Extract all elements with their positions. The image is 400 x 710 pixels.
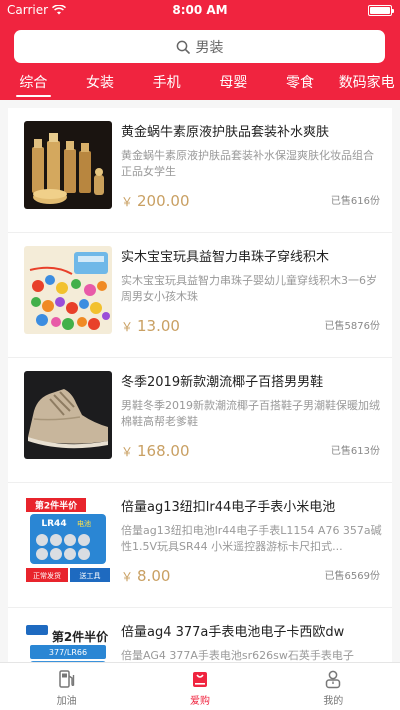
bead-toy-image [24, 246, 112, 334]
tab-phones[interactable]: 手机 [133, 66, 200, 100]
nav-shop-label: 爱购 [189, 696, 210, 707]
product-title: 冬季2019新款潮流椰子百搭男男鞋 [121, 375, 324, 390]
tab-snacks[interactable]: 零食 [267, 66, 334, 100]
tab-baby[interactable]: 母婴 [200, 66, 267, 100]
bottom-navigation: 加油 爱购 我的 [0, 662, 400, 710]
product-description: 倍量AG4 377A手表电池sr626sw石英手表电子 [121, 649, 354, 662]
product-description: 黄金蜗牛素原液护肤品套装补水保湿爽肤化妆品组合正品女学生 [121, 149, 374, 178]
sneaker-image [24, 371, 112, 459]
watch-battery-image: 第2件半价 377/LR66 [24, 621, 112, 662]
product-card[interactable]: 实木宝宝玩具益智力串珠子穿线积木 实木宝宝玩具益智力串珠子婴幼儿童穿线积木3一6… [8, 233, 392, 358]
battery-model-suffix: 电池 [77, 519, 91, 528]
sold-count: 已售613份 [330, 446, 380, 457]
product-price: ￥ 8.00 [121, 567, 170, 585]
nav-profile[interactable]: 我的 [267, 663, 400, 710]
price-value: 13.00 [137, 317, 180, 335]
skincare-set-image [24, 121, 112, 209]
app-header: Carrier 8:00 AM 男装 综合 女装 手机 母婴 零食 数码家电 [0, 0, 400, 100]
battery-cap [392, 9, 394, 13]
category-tabs: 综合 女装 手机 母婴 零食 数码家电 [0, 66, 400, 100]
search-bar[interactable]: 男装 [14, 30, 385, 63]
product-feed[interactable]: 黄金蜗牛素原液护肤品套装补水爽肤 黄金蜗牛素原液护肤品套装补水保湿爽肤化妆品组合… [0, 100, 400, 662]
promo-banner-text: 第2件半价 [35, 500, 78, 512]
product-list: 黄金蜗牛素原液护肤品套装补水爽肤 黄金蜗牛素原液护肤品套装补水保湿爽肤化妆品组合… [8, 108, 392, 662]
product-price: ￥ 200.00 [121, 192, 190, 210]
shopping-bag-icon [192, 672, 207, 687]
product-price: ￥ 168.00 [121, 442, 190, 460]
product-card[interactable]: 黄金蜗牛素原液护肤品套装补水爽肤 黄金蜗牛素原液护肤品套装补水保湿爽肤化妆品组合… [8, 108, 392, 233]
nav-refuel-label: 加油 [56, 696, 77, 707]
battery-model-text: LR44 [41, 519, 66, 529]
product-title: 黄金蜗牛素原液护肤品套装补水爽肤 [121, 125, 330, 140]
product-description: 倍量ag13纽扣电池lr44电子手表L1154 A76 357a碱性1.5V玩具… [121, 524, 382, 553]
nav-shop[interactable]: 爱购 [133, 663, 266, 710]
currency-symbol: ￥ [121, 320, 134, 334]
currency-symbol: ￥ [121, 195, 134, 209]
price-value: 200.00 [137, 192, 190, 210]
product-description: 实木宝宝玩具益智力串珠子婴幼儿童穿线积木3一6岁周男女小孩木珠 [121, 274, 377, 303]
sold-count: 已售6569份 [324, 571, 380, 582]
battery-icon [368, 5, 394, 16]
fuel-pump-icon [58, 670, 74, 688]
sold-count: 已售616份 [330, 196, 380, 207]
promo-banner-text: 第2件半价 [52, 629, 109, 644]
product-price: ￥ 13.00 [121, 317, 180, 335]
currency-symbol: ￥ [121, 445, 134, 459]
search-icon [176, 40, 190, 54]
person-icon [326, 670, 341, 689]
product-description: 男鞋冬季2019新款潮流椰子百搭鞋子男潮鞋保暖加绒棉鞋高帮老爹鞋 [121, 399, 380, 428]
tab-comprehensive[interactable]: 综合 [0, 66, 67, 100]
product-card[interactable]: 第2件半价 LR44 电池 正常发货 送工具 倍量ag13纽扣lr44电子手表小… [8, 483, 392, 608]
battery-level [370, 7, 390, 14]
battery-model-text: 377/LR66 [49, 648, 87, 657]
nav-refuel[interactable]: 加油 [0, 663, 133, 710]
product-title: 倍量ag4 377a手表电池电子卡西欧dw [121, 625, 345, 640]
sold-count: 已售5876份 [324, 321, 380, 332]
price-value: 8.00 [137, 567, 171, 585]
promo-left-text: 正常发货 [33, 571, 61, 580]
product-card[interactable]: 第2件半价 377/LR66 倍量ag4 377a手表电池电子卡西欧dw 倍量A… [8, 608, 392, 662]
status-bar: Carrier 8:00 AM [0, 0, 400, 22]
search-text: 男装 [195, 39, 224, 56]
tab-electronics[interactable]: 数码家电 [333, 66, 400, 100]
nav-profile-label: 我的 [323, 696, 344, 707]
status-time: 8:00 AM [172, 3, 228, 17]
product-title: 倍量ag13纽扣lr44电子手表小米电池 [121, 500, 336, 515]
price-value: 168.00 [137, 442, 190, 460]
product-card[interactable]: 冬季2019新款潮流椰子百搭男男鞋 男鞋冬季2019新款潮流椰子百搭鞋子男潮鞋保… [8, 358, 392, 483]
currency-symbol: ￥ [121, 570, 134, 584]
tab-womens[interactable]: 女装 [67, 66, 134, 100]
promo-right-text: 送工具 [80, 571, 101, 580]
battery-pack-image: 第2件半价 LR44 电池 正常发货 送工具 [24, 496, 112, 584]
product-title: 实木宝宝玩具益智力串珠子穿线积木 [121, 250, 330, 265]
